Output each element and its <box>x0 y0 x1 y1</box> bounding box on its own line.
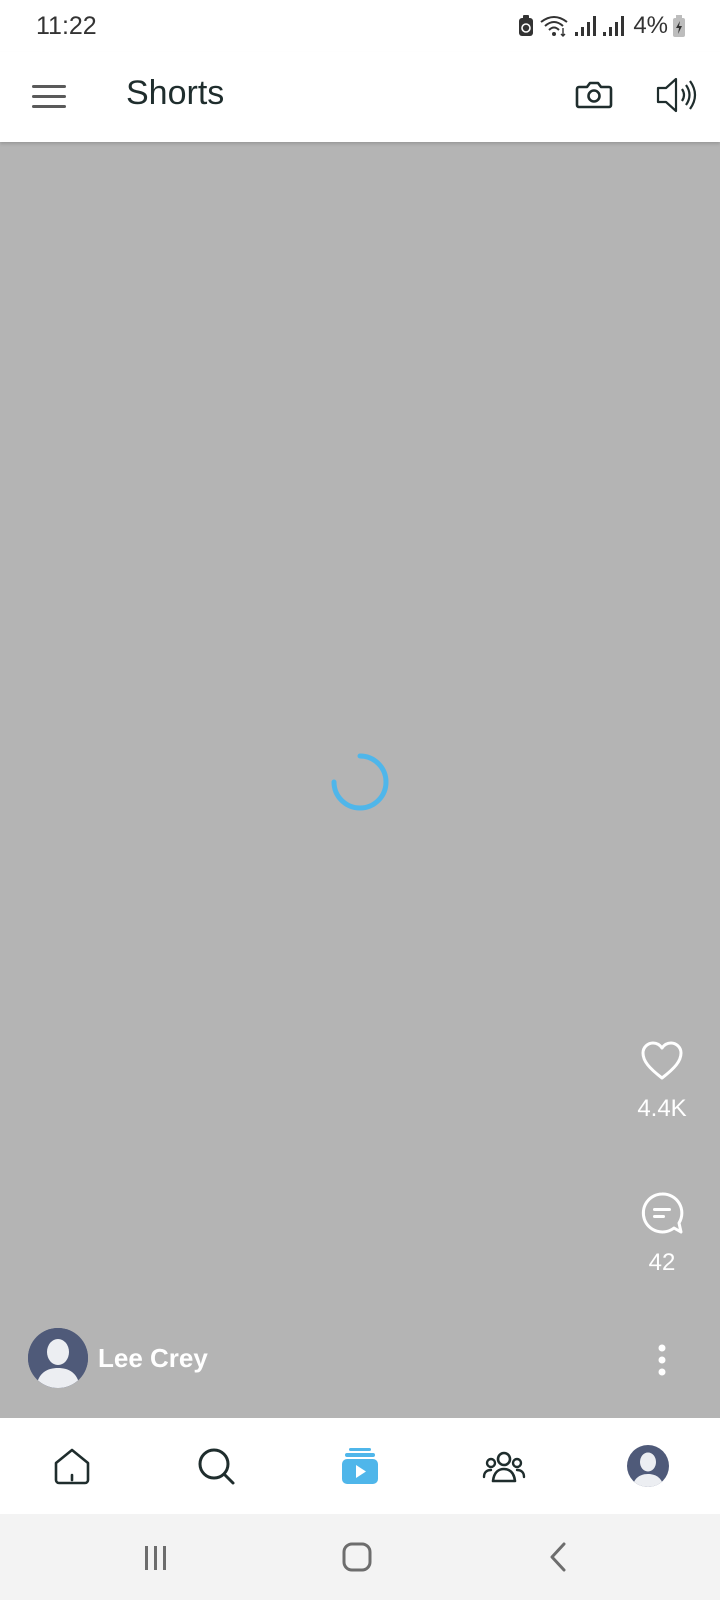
nav-shorts[interactable] <box>330 1436 390 1496</box>
app-bar: Shorts <box>0 52 720 142</box>
like-action[interactable]: 4.4K <box>618 1040 706 1123</box>
menu-button[interactable] <box>28 76 70 118</box>
hamburger-menu-icon <box>32 85 66 108</box>
signal-icon <box>603 16 625 36</box>
home-button-icon <box>342 1542 372 1572</box>
status-bar: 11:22 4% <box>0 0 720 52</box>
comment-count: 42 <box>648 1249 676 1276</box>
people-icon <box>482 1451 526 1483</box>
heart-icon[interactable] <box>639 1040 685 1082</box>
camera-button[interactable] <box>574 74 614 114</box>
loading-spinner-icon <box>331 753 389 811</box>
home-system-button[interactable] <box>338 1538 378 1578</box>
author-name[interactable]: Lee Crey <box>98 1343 208 1374</box>
status-icons: 4% <box>517 12 686 40</box>
battery-percent: 4% <box>633 12 668 39</box>
comment-icon[interactable] <box>639 1190 685 1236</box>
more-options-button[interactable] <box>648 1340 676 1380</box>
back-icon <box>550 1542 566 1572</box>
bottom-navigation <box>0 1418 720 1514</box>
page-title: Shorts <box>126 74 225 112</box>
sound-toggle-button[interactable] <box>654 72 700 118</box>
avatar-icon <box>627 1445 669 1487</box>
comment-action[interactable]: 42 <box>618 1190 706 1277</box>
camera-icon <box>575 81 613 109</box>
nav-people[interactable] <box>474 1436 534 1496</box>
author-info[interactable]: Lee Crey <box>28 1328 208 1388</box>
home-icon <box>54 1448 90 1485</box>
like-count: 4.4K <box>637 1095 687 1122</box>
system-navigation-bar <box>0 1514 720 1600</box>
avatar-placeholder-icon <box>28 1328 88 1388</box>
battery-charging-icon <box>673 15 685 37</box>
nav-search[interactable] <box>186 1436 246 1496</box>
more-vertical-icon <box>658 1344 666 1376</box>
wifi-icon <box>540 16 568 37</box>
back-button[interactable] <box>540 1538 580 1578</box>
battery-saver-icon <box>519 15 534 36</box>
avatar[interactable] <box>28 1328 88 1388</box>
recents-icon <box>145 1546 166 1570</box>
nav-profile[interactable] <box>618 1436 678 1496</box>
recents-button[interactable] <box>136 1538 176 1578</box>
status-time: 11:22 <box>36 12 97 40</box>
search-icon <box>198 1448 235 1485</box>
nav-home[interactable] <box>42 1436 102 1496</box>
speaker-on-icon <box>656 77 697 113</box>
signal-icon <box>575 16 597 36</box>
shorts-icon <box>342 1448 378 1484</box>
